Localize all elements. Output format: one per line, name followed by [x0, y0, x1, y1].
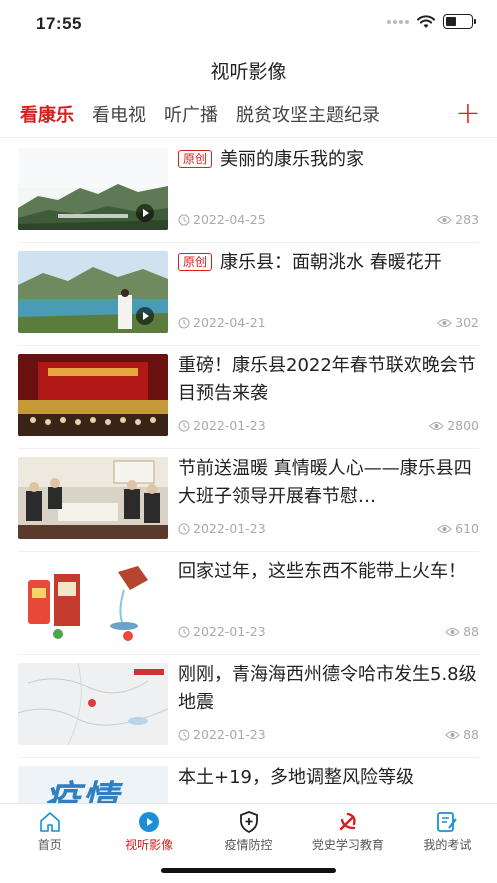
news-date: 2022-01-23: [193, 418, 266, 433]
battery-icon: [443, 14, 476, 29]
nav-label: 党史学习教育: [311, 838, 384, 852]
nav-label: 疫情防控: [224, 838, 273, 852]
news-date: 2022-01-23: [193, 624, 266, 639]
exam-edit-icon: [437, 812, 458, 832]
nav-video[interactable]: 视听影像: [99, 804, 198, 854]
tab-documentary[interactable]: 脱贫攻坚主题纪录: [236, 96, 380, 136]
view-count: 88: [463, 624, 479, 639]
original-badge: 原创: [178, 253, 213, 271]
news-item[interactable]: 重磅！康乐县2022年春节联欢晚会节目预告来袭 2022-01-23 2800: [18, 346, 479, 449]
news-thumbnail: [18, 354, 168, 436]
home-indicator: [161, 868, 336, 873]
clock-icon: [178, 317, 190, 328]
news-date: 2022-04-21: [193, 315, 266, 330]
shield-plus-icon: [239, 811, 258, 834]
view-count: 88: [463, 727, 479, 742]
status-bar: 17:55: [0, 0, 497, 48]
signal-icon: [387, 19, 409, 24]
news-thumbnail: [18, 457, 168, 539]
party-emblem-icon: [339, 812, 356, 831]
nav-label: 我的考试: [423, 838, 472, 852]
wifi-icon: [417, 14, 435, 28]
news-meta: 2022-01-23 2800: [178, 418, 479, 434]
eye-icon: [437, 318, 452, 327]
news-title: 原创 康乐县：面朝洮水 春暖花开: [178, 249, 479, 277]
news-thumbnail: 疫情: [18, 766, 168, 803]
thumbnail-text: 疫情: [44, 779, 121, 803]
news-title: 原创 美丽的康乐我的家: [178, 146, 479, 174]
eye-icon: [429, 421, 444, 430]
news-meta: 2022-01-23 610: [178, 521, 479, 537]
status-icons: [387, 14, 476, 29]
news-item[interactable]: 原创 美丽的康乐我的家 2022-04-25 283: [18, 140, 479, 243]
news-thumbnail: [18, 663, 168, 745]
clock-icon: [178, 523, 190, 534]
eye-icon: [445, 627, 460, 636]
view-count: 302: [455, 315, 479, 330]
news-item[interactable]: 疫情 本土+19，多地调整风险等级: [18, 758, 479, 803]
page-header: 视听影像: [0, 48, 497, 96]
eye-icon: [437, 215, 452, 224]
news-date: 2022-04-25: [193, 212, 266, 227]
news-thumbnail: [18, 148, 168, 230]
news-item[interactable]: 原创 康乐县：面朝洮水 春暖花开 2022-04-21 302: [18, 243, 479, 346]
news-title: 节前送温暖 真情暖人心——康乐县四大班子领导开展春节慰…: [178, 458, 472, 507]
view-count: 2800: [447, 418, 479, 433]
category-tabs: 看康乐 看电视 听广播 脱贫攻坚主题纪录 +: [0, 96, 497, 138]
news-title: 刚刚，青海海西州德令哈市发生5.8级地震: [178, 664, 477, 713]
home-icon: [39, 812, 60, 832]
news-meta: 2022-04-25 283: [178, 212, 479, 228]
clock-icon: [178, 420, 190, 431]
news-item[interactable]: 节前送温暖 真情暖人心——康乐县四大班子领导开展春节慰… 2022-01-23 …: [18, 449, 479, 552]
original-badge: 原创: [178, 150, 213, 168]
news-meta: 2022-04-21 302: [178, 315, 479, 331]
add-tab-button[interactable]: +: [455, 99, 481, 130]
view-count: 283: [455, 212, 479, 227]
news-meta: 2022-01-23 88: [178, 624, 479, 640]
clock-icon: [178, 214, 190, 225]
eye-icon: [445, 730, 460, 739]
clock-icon: [178, 729, 190, 740]
news-item[interactable]: 刚刚，青海海西州德令哈市发生5.8级地震 2022-01-23 88: [18, 655, 479, 758]
tab-radio[interactable]: 听广播: [164, 96, 218, 136]
news-title: 本土+19，多地调整风险等级: [178, 767, 414, 788]
status-time: 17:55: [36, 14, 82, 33]
nav-exam[interactable]: 我的考试: [398, 804, 497, 854]
page-title: 视听影像: [210, 61, 287, 83]
nav-party-history[interactable]: 党史学习教育: [298, 804, 397, 854]
view-count: 610: [455, 521, 479, 536]
tab-tv[interactable]: 看电视: [92, 96, 146, 136]
play-circle-icon: [139, 812, 160, 832]
play-icon: [136, 204, 154, 222]
clock-icon: [178, 626, 190, 637]
nav-home[interactable]: 首页: [0, 804, 99, 854]
nav-label: 视听影像: [125, 838, 174, 852]
news-meta: 2022-01-23 88: [178, 727, 479, 743]
nav-epidemic[interactable]: 疫情防控: [199, 804, 298, 854]
eye-icon: [437, 524, 452, 533]
news-item[interactable]: 回家过年，这些东西不能带上火车！ 2022-01-23 88: [18, 552, 479, 655]
nav-label: 首页: [37, 838, 62, 852]
tab-kangle[interactable]: 看康乐: [20, 96, 74, 136]
play-icon: [136, 307, 154, 325]
news-title: 重磅！康乐县2022年春节联欢晚会节目预告来袭: [178, 355, 476, 404]
news-thumbnail: [18, 251, 168, 333]
news-title: 回家过年，这些东西不能带上火车！: [178, 561, 466, 582]
news-list: 原创 美丽的康乐我的家 2022-04-25 283 原创 康乐县：面朝洮水 春暖花…: [0, 140, 497, 803]
news-date: 2022-01-23: [193, 727, 266, 742]
news-thumbnail: [18, 560, 168, 642]
news-date: 2022-01-23: [193, 521, 266, 536]
